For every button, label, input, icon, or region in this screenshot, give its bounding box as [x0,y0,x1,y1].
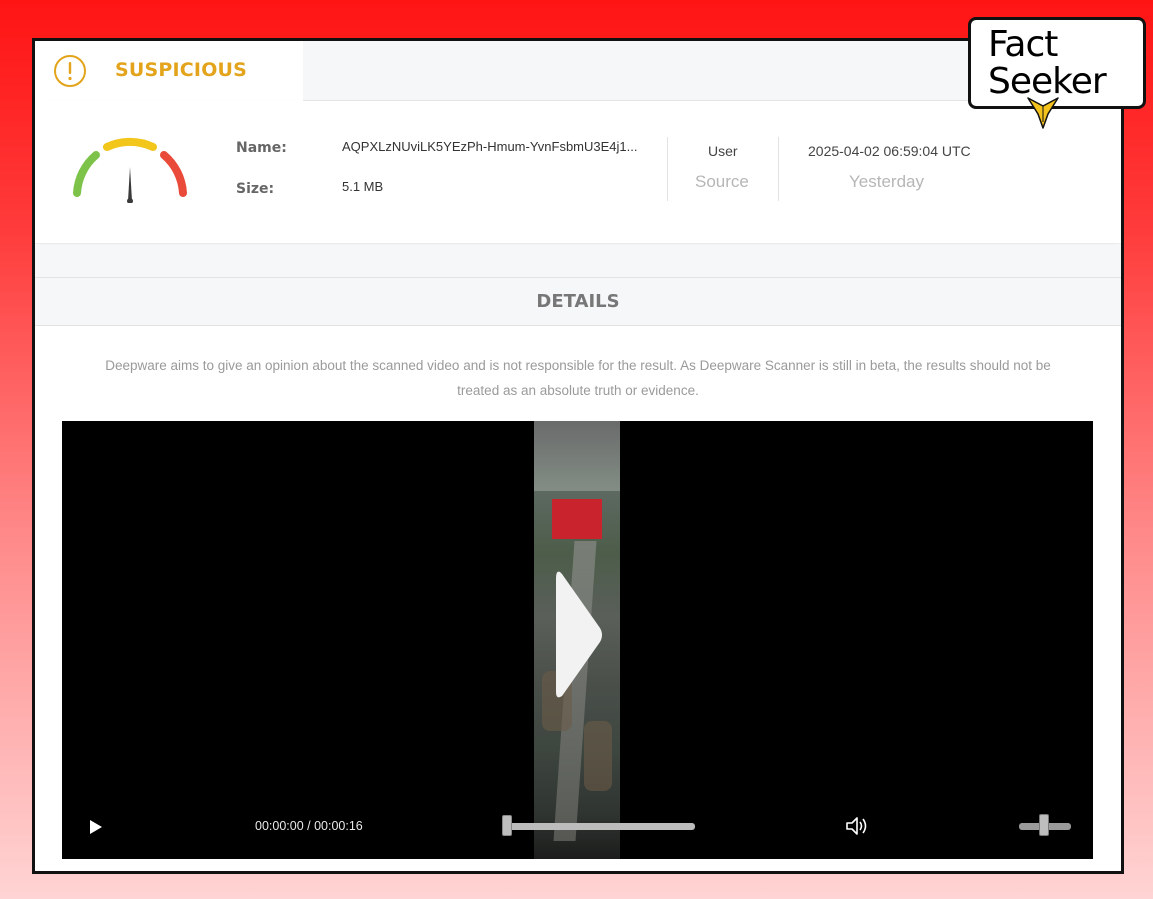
time-display: 00:00:00 / 00:00:16 [255,819,363,833]
divider [667,137,668,201]
video-controls: 00:00:00 / 00:00:16 [62,805,1093,845]
scan-date: 2025-04-02 06:59:04 UTC [808,143,971,159]
disclaimer-text: Deepware aims to give an opinion about t… [63,353,1093,403]
exclamation-circle-icon [54,55,86,87]
risk-gauge-icon [73,137,187,203]
file-name-value: AQPXLzNUviLK5YEzPh-Hmum-YvnFsbmU3E4j1... [342,139,638,154]
play-icon[interactable] [89,819,103,835]
scan-relative-date: Yesterday [849,172,924,191]
file-info-panel: Name: AQPXLzNUviLK5YEzPh-Hmum-YvnFsbmU3E… [35,101,1121,244]
play-overlay-icon[interactable] [554,566,604,704]
seek-bar[interactable] [503,823,695,830]
size-label: Size: [236,181,275,197]
scan-result-panel: SUSPICIOUS Name: AQPXLzNUviLK5YEzPh-Hmum… [32,38,1124,874]
divider [778,137,779,201]
volume-handle[interactable] [1039,814,1049,836]
status-bar: SUSPICIOUS [35,41,1121,101]
thumbnail-caption [552,499,602,539]
source-value: Source [695,172,749,191]
watermark-line1: Fact [988,24,1058,65]
status-label: SUSPICIOUS [115,59,248,81]
name-label: Name: [236,140,287,156]
section-gap [35,245,1121,277]
status-tab[interactable]: SUSPICIOUS [35,41,303,101]
eagle-beak-icon [1027,97,1059,129]
source-title: User [708,143,738,159]
disclaimer-line: treated as an absolute truth or evidence… [457,383,699,398]
volume-icon[interactable] [845,815,869,837]
video-player[interactable]: 00:00:00 / 00:00:16 [62,421,1093,859]
seek-handle[interactable] [502,815,512,836]
details-heading: DETAILS [35,277,1121,326]
disclaimer-line: Deepware aims to give an opinion about t… [105,358,1051,373]
file-size-value: 5.1 MB [342,179,384,194]
